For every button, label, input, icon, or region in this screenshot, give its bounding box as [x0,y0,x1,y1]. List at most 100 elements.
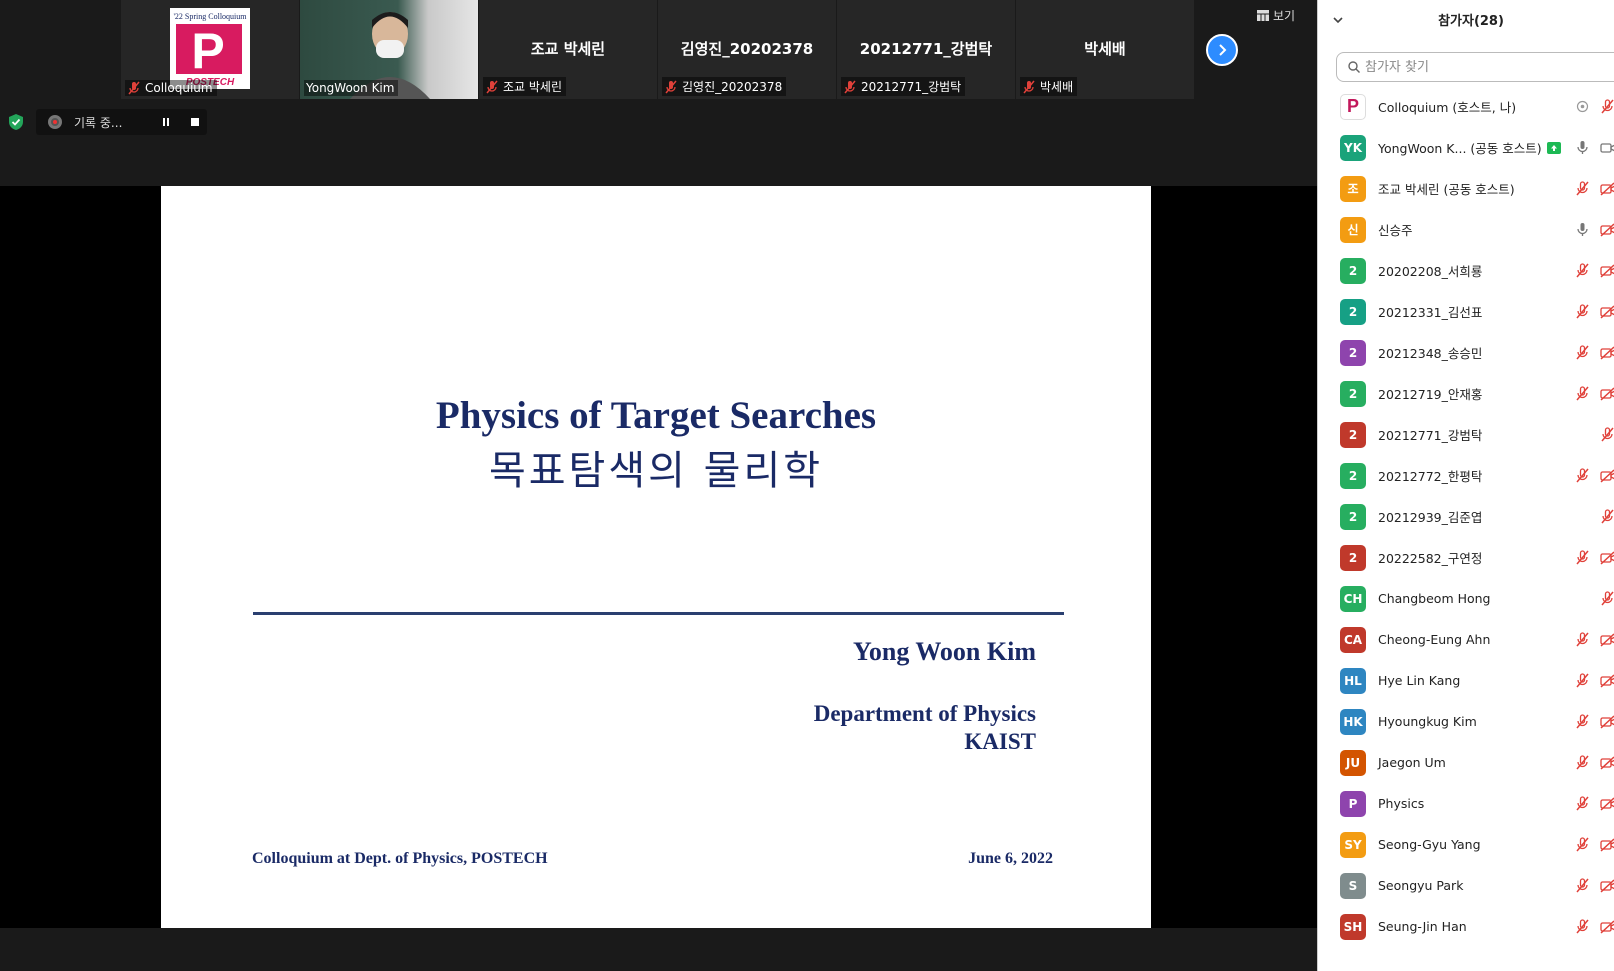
participant-row[interactable]: P Colloquium (호스트, 나) [1318,86,1614,127]
svg-text:P: P [191,23,224,79]
video-off-icon[interactable] [1599,385,1614,402]
participant-row[interactable]: CH Changbeom Hong [1318,578,1614,619]
video-off-icon[interactable] [1599,877,1614,894]
participants-panel: 참가자(28) P Colloquium (호스트, 나) YK YongWoon K… [1317,0,1614,971]
video-tile[interactable]: 20212771_강범탁 20212771_강범탁 [837,0,1015,99]
participant-name: 조교 박세린 (공동 호스트) [1378,179,1515,198]
tile-label: YongWoon Kim [304,80,399,96]
participant-row[interactable]: S Seongyu Park [1318,865,1614,906]
tile-name: YongWoon Kim [306,81,395,95]
mic-muted-icon[interactable] [1574,918,1591,935]
participant-row[interactable]: YK YongWoon K... (공동 호스트) [1318,127,1614,168]
mic-muted-icon[interactable] [1574,303,1591,320]
participant-controls [1574,344,1614,361]
participant-name-text: 20212771_강범탁 [1378,428,1483,443]
video-off-icon[interactable] [1599,180,1614,197]
participant-row[interactable]: HK Hyoungkug Kim [1318,701,1614,742]
participant-row[interactable]: JU Jaegon Um [1318,742,1614,783]
participant-name: Jaegon Um [1378,755,1446,770]
video-off-icon[interactable] [1599,672,1614,689]
participant-name: Hye Lin Kang [1378,673,1460,688]
mic-muted-icon[interactable] [1599,98,1614,115]
participant-row[interactable]: 2 20212939_김준엽 [1318,496,1614,537]
next-page-button[interactable] [1206,34,1238,66]
video-off-icon[interactable] [1599,754,1614,771]
participant-row[interactable]: CA Cheong-Eung Ahn [1318,619,1614,660]
video-off-icon[interactable] [1599,836,1614,853]
mic-muted-icon [665,80,677,93]
participant-name-text: Seong-Gyu Yang [1378,837,1481,852]
slide-affiliation: Department of Physics KAIST [814,700,1036,756]
video-tile[interactable]: '22 Spring Colloquium P POSTECH Colloqui… [121,0,299,99]
participant-name: Physics [1378,796,1424,811]
mic-muted-icon[interactable] [1574,836,1591,853]
participant-name: YongWoon K... (공동 호스트) [1378,138,1561,157]
participant-row[interactable]: 2 20212771_강범탁 [1318,414,1614,455]
mic-muted-icon[interactable] [1574,467,1591,484]
video-off-icon[interactable] [1599,631,1614,648]
pause-icon[interactable] [161,117,171,127]
meeting-toolbar [0,928,1317,971]
participant-row[interactable]: 2 20212772_한평탁 [1318,455,1614,496]
search-input[interactable] [1365,59,1605,75]
mic-muted-icon [128,81,140,95]
video-icon[interactable] [1599,139,1614,156]
video-off-icon[interactable] [1599,795,1614,812]
participant-row[interactable]: HL Hye Lin Kang [1318,660,1614,701]
video-off-icon[interactable] [1599,344,1614,361]
mic-muted-icon[interactable] [1574,672,1591,689]
slide-divider [253,612,1064,615]
avatar: SY [1340,831,1366,858]
mic-icon[interactable] [1574,221,1591,238]
participant-row[interactable]: 2 20222582_구연정 [1318,537,1614,578]
video-tile-speaking[interactable]: YongWoon Kim [300,0,478,99]
video-off-icon[interactable] [1599,918,1614,935]
video-off-icon[interactable] [1599,303,1614,320]
mic-muted-icon[interactable] [1574,344,1591,361]
participant-row[interactable]: 2 20212348_송승민 [1318,332,1614,373]
mic-muted-icon[interactable] [1574,549,1591,566]
mic-icon[interactable] [1574,139,1591,156]
participant-row[interactable]: 2 20212719_안재홍 [1318,373,1614,414]
view-button[interactable]: 보기 [1257,7,1295,24]
video-off-icon[interactable] [1599,221,1614,238]
participant-row[interactable]: 2 20202208_서희룡 [1318,250,1614,291]
participant-controls [1574,877,1614,894]
participant-row[interactable]: SY Seong-Gyu Yang [1318,824,1614,865]
video-off-icon[interactable] [1599,262,1614,279]
participant-row[interactable]: 신 신승주 [1318,209,1614,250]
participant-name: 20202208_서희룡 [1378,261,1482,280]
video-tile[interactable]: 김영진_20202378 김영진_20202378 [658,0,836,99]
video-tile[interactable]: 박세배 박세배 [1016,0,1194,99]
mic-muted-icon[interactable] [1599,426,1614,443]
video-off-icon[interactable] [1599,713,1614,730]
screen-share-icon [1576,100,1589,113]
participant-row[interactable]: 2 20212331_김선표 [1318,291,1614,332]
video-tile[interactable]: 조교 박세린 조교 박세린 [479,0,657,99]
participant-row[interactable]: SH Seung-Jin Han [1318,906,1614,947]
participant-row[interactable]: 조 조교 박세린 (공동 호스트) [1318,168,1614,209]
mic-muted-icon[interactable] [1574,180,1591,197]
sharing-badge-icon [1546,141,1561,154]
mic-muted-icon[interactable] [1574,631,1591,648]
mic-muted-icon[interactable] [1574,262,1591,279]
participant-controls [1574,467,1614,484]
participant-row[interactable]: P Physics [1318,783,1614,824]
video-off-icon[interactable] [1599,549,1614,566]
mic-muted-icon[interactable] [1599,590,1614,607]
participant-name-text: 20222582_구연정 [1378,551,1483,566]
grid-icon [1257,10,1269,21]
mic-muted-icon[interactable] [1574,877,1591,894]
video-off-icon[interactable] [1599,467,1614,484]
participant-controls [1574,139,1614,156]
mic-muted-icon[interactable] [1574,795,1591,812]
participant-name-text: Hyoungkug Kim [1378,714,1477,729]
participant-search[interactable] [1336,52,1614,82]
mic-muted-icon[interactable] [1599,508,1614,525]
mic-muted-icon[interactable] [1574,754,1591,771]
security-shield-icon[interactable] [7,113,25,131]
stop-icon[interactable] [190,117,200,127]
mic-muted-icon[interactable] [1574,385,1591,402]
slide-footer-event: Colloquium at Dept. of Physics, POSTECH [252,850,548,867]
mic-muted-icon[interactable] [1574,713,1591,730]
